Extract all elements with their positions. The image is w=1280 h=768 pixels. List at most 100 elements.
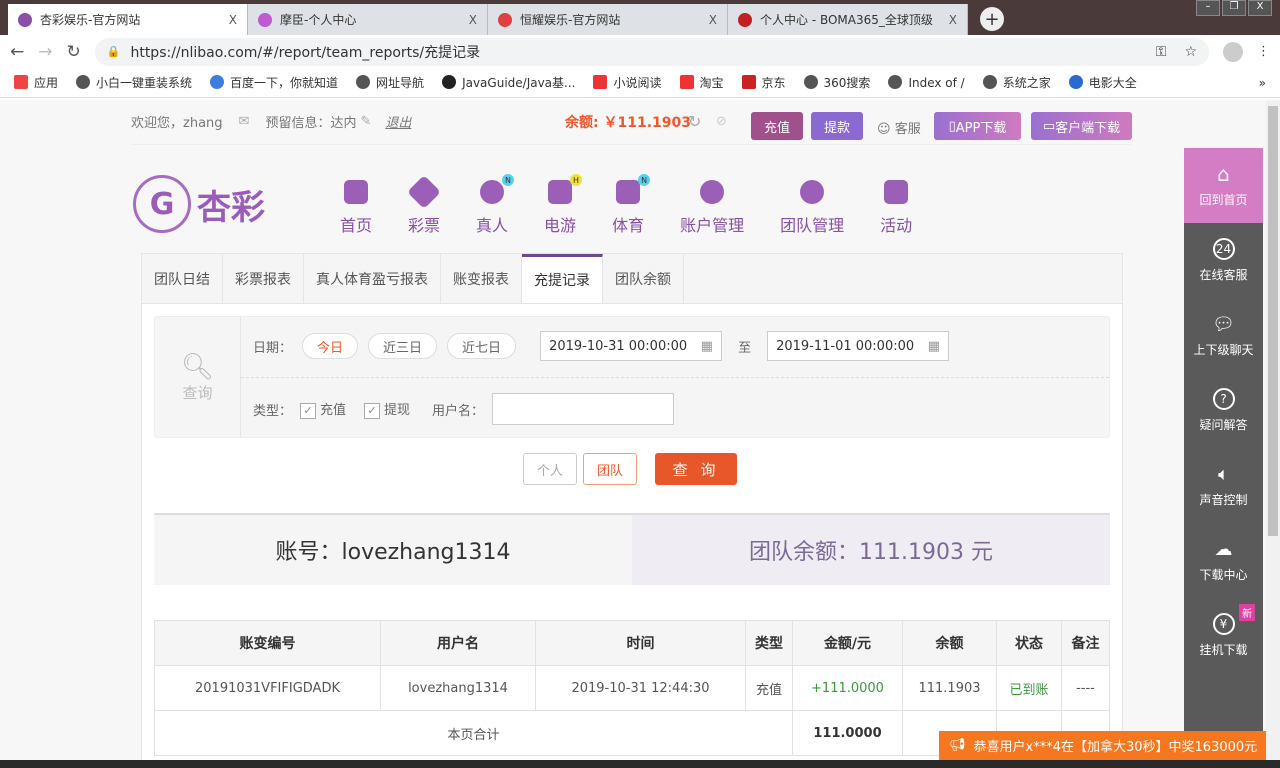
calendar-icon: ▦ xyxy=(927,338,941,354)
trophy-icon: N xyxy=(616,174,651,204)
maximize-button[interactable]: ❐ xyxy=(1222,0,1246,16)
question-icon: ? xyxy=(1212,388,1235,410)
bookmark[interactable]: 网址导航 xyxy=(356,74,424,91)
key-icon[interactable]: ⚿ xyxy=(1156,44,1167,60)
bookmark[interactable]: 百度一下，你就知道 xyxy=(210,74,338,91)
win-notice-banner: 📢︎ 恭喜用户x***4在【加拿大30秒】中奖163000元 X xyxy=(939,731,1266,760)
side-home[interactable]: ⌂ 回到首页 xyxy=(1184,148,1263,223)
personal-button[interactable]: 个人 xyxy=(523,453,577,485)
side-online-service[interactable]: 24 在线客服 xyxy=(1184,223,1263,298)
range-today[interactable]: 今日 xyxy=(302,333,359,359)
calendar-icon: ▦ xyxy=(700,338,714,354)
close-tab-icon[interactable]: X xyxy=(709,13,717,27)
bookmark[interactable]: 系统之家 xyxy=(982,74,1051,91)
tab-account-changes[interactable]: 账变报表 xyxy=(441,254,522,303)
url-input[interactable]: 🔒 https://nlibao.com/#/report/team_report… xyxy=(94,37,1209,66)
close-tab-icon[interactable]: X xyxy=(229,13,237,27)
hide-balance-icon[interactable]: ⊘ xyxy=(716,114,727,129)
mail-icon[interactable]: ✉ xyxy=(239,114,250,129)
side-download[interactable]: ☁ 下载中心 xyxy=(1184,523,1263,598)
tab-deposit-withdraw[interactable]: 充提记录 xyxy=(522,254,603,303)
start-date-input[interactable]: 2019-10-31 00:00:00 ▦ xyxy=(540,331,723,361)
browser-tab[interactable]: 摩臣-个人中心 X xyxy=(248,4,488,35)
team-button[interactable]: 团队 xyxy=(583,453,637,485)
megaphone-icon: 📢︎ xyxy=(949,738,966,753)
favicon-icon xyxy=(258,12,272,27)
side-faq[interactable]: ? 疑问解答 xyxy=(1184,373,1263,448)
profile-icon[interactable] xyxy=(1223,41,1243,62)
money-bag-icon: ¥ xyxy=(1212,613,1235,635)
query-button[interactable]: 查 询 xyxy=(655,453,737,485)
type-withdraw-checkbox[interactable]: ✓ 提现 xyxy=(364,399,410,419)
menu-item-lottery[interactable]: 彩票 xyxy=(407,175,441,236)
menu-item-team[interactable]: 团队管理 xyxy=(780,180,844,236)
scrollbar[interactable] xyxy=(1266,100,1280,768)
more-bookmarks-icon[interactable]: » xyxy=(1259,76,1266,90)
browser-tab[interactable]: 恒耀娱乐-官方网站 X xyxy=(488,4,728,35)
tab-team-balance[interactable]: 团队余额 xyxy=(603,254,684,303)
logo[interactable]: G 杏彩 xyxy=(133,175,265,233)
menu-item-games[interactable]: H 电游 xyxy=(544,174,583,236)
bookmark[interactable]: 淘宝 xyxy=(679,74,724,91)
side-hangup-download[interactable]: 新 ¥ 挂机下载 xyxy=(1184,598,1263,673)
menu-item-sports[interactable]: N 体育 xyxy=(612,174,651,236)
account-name: 账号：lovezhang1314 xyxy=(154,515,632,585)
welcome-text: 欢迎您，zhang xyxy=(131,116,223,131)
app-download-button[interactable]: ▯ APP下载 xyxy=(934,112,1021,140)
browser-tab[interactable]: 个人中心 - BOMA365_全球顶级 X xyxy=(728,4,968,35)
menu-item-activity[interactable]: 活动 xyxy=(880,180,912,236)
tab-team-daily[interactable]: 团队日结 xyxy=(142,254,223,303)
edit-icon[interactable]: ✎ xyxy=(360,114,371,129)
star-icon[interactable]: ☆ xyxy=(1184,44,1197,60)
reload-icon[interactable]: ↻ xyxy=(67,42,81,62)
range-7days[interactable]: 近七日 xyxy=(447,333,517,359)
minimize-button[interactable]: – xyxy=(1196,0,1220,16)
yen-icon xyxy=(700,180,725,204)
tab-live-sports-report[interactable]: 真人体育盈亏报表 xyxy=(304,254,441,303)
type-recharge-checkbox[interactable]: ✓ 充值 xyxy=(300,399,346,419)
gift-icon xyxy=(884,180,909,204)
menu-item-account[interactable]: 账户管理 xyxy=(680,180,744,236)
menu-item-home[interactable]: 首页 xyxy=(340,180,372,236)
side-sound[interactable]: 🔈︎ 声音控制 xyxy=(1184,448,1263,523)
close-tab-icon[interactable]: X xyxy=(469,13,477,27)
service-link[interactable]: ☺ 客服 xyxy=(877,118,921,137)
end-date-input[interactable]: 2019-11-01 00:00:00 ▦ xyxy=(767,331,950,361)
search-section: 🔍︎ 查询 xyxy=(155,317,241,437)
taskbar xyxy=(0,760,1280,768)
range-3days[interactable]: 近三日 xyxy=(368,333,438,359)
withdraw-button[interactable]: 提款 xyxy=(811,112,863,140)
favicon-icon xyxy=(738,12,752,27)
refresh-icon[interactable]: ↻ xyxy=(688,112,701,131)
back-icon[interactable]: ← xyxy=(10,42,24,62)
recharge-button[interactable]: 充值 xyxy=(751,112,803,140)
bookmark[interactable]: 小白一键重装系统 xyxy=(76,74,192,91)
bookmark[interactable]: 小说阅读 xyxy=(593,74,662,91)
client-download-button[interactable]: ▭ 客户端下载 xyxy=(1031,112,1132,140)
menu-item-live[interactable]: N 真人 xyxy=(476,174,515,236)
browser-tab[interactable]: 杏彩娱乐-官方网站 X xyxy=(8,4,248,35)
bookmark[interactable]: 京东 xyxy=(741,74,786,91)
menu-icon[interactable]: ⋮ xyxy=(1257,44,1270,59)
bookmark[interactable]: Index of / xyxy=(888,75,965,90)
tab-lottery-report[interactable]: 彩票报表 xyxy=(223,254,304,303)
bookmark[interactable]: 电影大全 xyxy=(1068,74,1137,91)
home-icon: ⌂ xyxy=(1217,162,1230,186)
search-icon: 🔍︎ xyxy=(180,351,214,382)
side-chat[interactable]: 💬︎ 上下级聊天 xyxy=(1184,298,1263,373)
reserved-info: 预留信息：达内 xyxy=(265,116,357,131)
bookmark[interactable]: JavaGuide/Java基... xyxy=(442,74,575,91)
forward-icon[interactable]: → xyxy=(38,42,52,62)
logout-link[interactable]: 退出 xyxy=(385,112,411,131)
username-input[interactable] xyxy=(492,393,675,425)
new-tab-button[interactable]: + xyxy=(980,7,1004,31)
dealer-icon: N xyxy=(480,174,515,204)
table-row: 20191031VFIFIGDADK lovezhang1314 2019-10… xyxy=(154,665,1110,711)
close-tab-icon[interactable]: X xyxy=(949,13,957,27)
close-window-button[interactable]: X xyxy=(1248,0,1272,16)
bookmark[interactable]: 360搜索 xyxy=(803,74,870,91)
team-balance: 团队余额：111.1903 元 xyxy=(632,515,1110,585)
close-notice-button[interactable]: X xyxy=(1265,738,1266,753)
top-bar: 欢迎您，zhang ✉ 预留信息：达内 ✎ 退出 余额: ￥111.1903 ↻… xyxy=(131,112,1132,140)
bookmark[interactable]: 应用 xyxy=(14,74,58,91)
